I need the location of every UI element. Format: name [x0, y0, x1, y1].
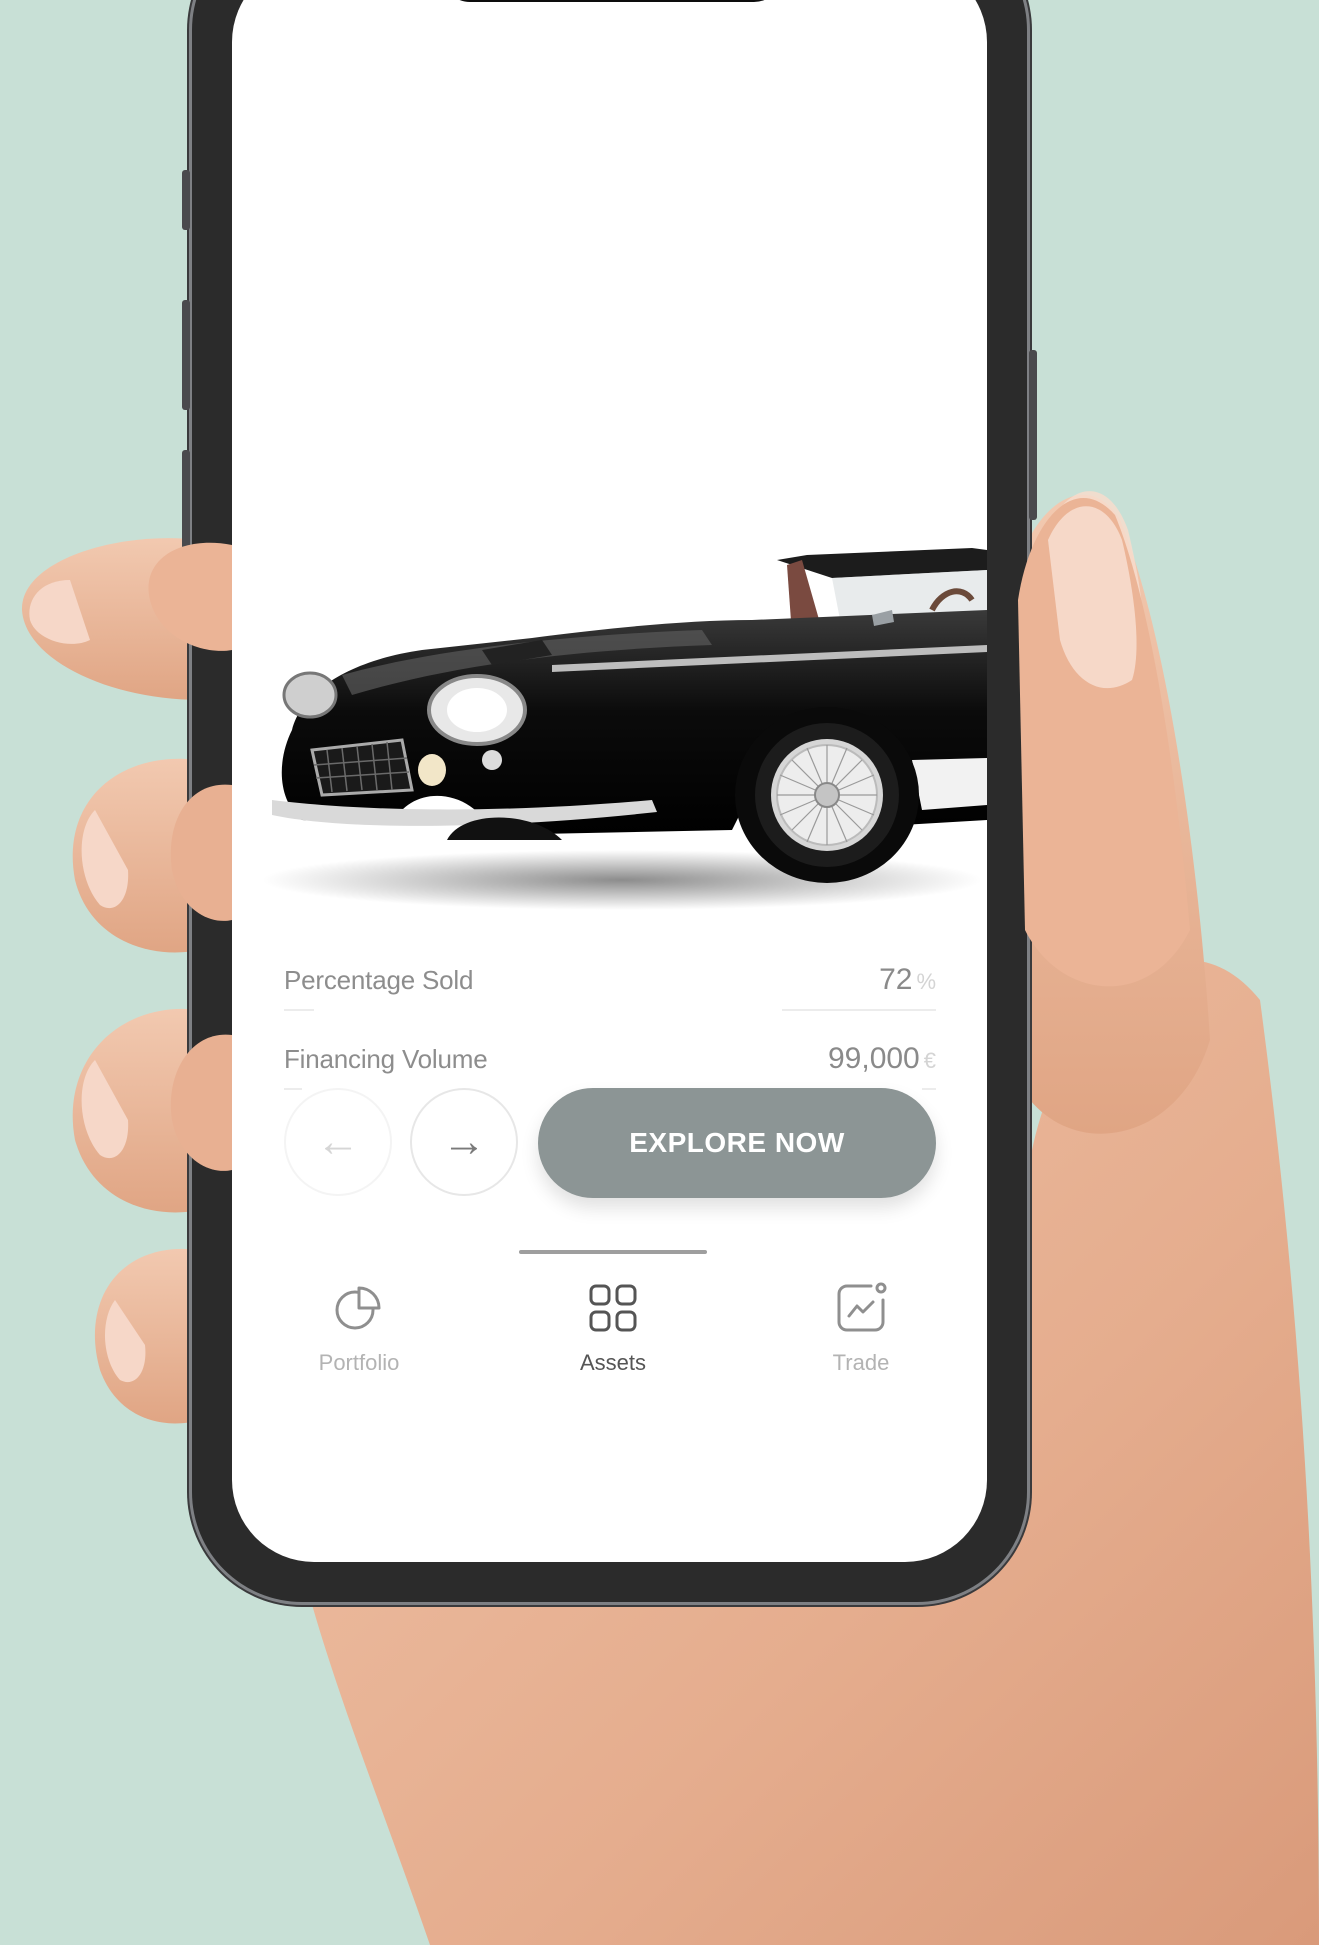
stat-value: 99,000: [827, 1042, 920, 1075]
divider: [782, 1009, 936, 1011]
arrow-right-icon: →: [442, 1117, 486, 1166]
previous-button[interactable]: ←: [284, 1088, 392, 1196]
car-image[interactable]: [232, 460, 987, 920]
stat-value-group: 99,000 €: [828, 1042, 936, 1076]
divider: [284, 1088, 302, 1090]
tab-label: Trade: [832, 1350, 890, 1375]
stat-unit: %: [916, 969, 936, 994]
app-screen: Percentage Sold 72% Financing Volume 99,…: [232, 0, 987, 1562]
tab-label: Portfolio: [318, 1350, 400, 1375]
pie-chart-icon: [335, 1286, 381, 1330]
stat-label: Percentage Sold: [284, 964, 474, 995]
divider: [922, 1088, 936, 1090]
scroll-indicator: [519, 1250, 707, 1254]
volume-down-button: [182, 450, 190, 560]
stat-value: 72: [879, 963, 913, 996]
next-button[interactable]: →: [410, 1088, 518, 1196]
tab-label: Assets: [579, 1350, 647, 1375]
trend-chart-icon: [837, 1282, 887, 1332]
power-button: [1029, 350, 1037, 520]
volume-up-button: [182, 300, 190, 410]
tab-assets[interactable]: Assets: [538, 1280, 688, 1376]
phone-frame: Percentage Sold 72% Financing Volume 99,…: [182, 0, 1037, 1602]
stat-label: Financing Volume: [284, 1043, 488, 1074]
camera-notch: [442, 0, 782, 2]
explore-now-button[interactable]: EXPLORE NOW: [538, 1088, 936, 1198]
grid-icon: [589, 1284, 637, 1332]
tab-portfolio[interactable]: Portfolio: [284, 1280, 434, 1376]
stat-value-group: 72%: [879, 963, 936, 997]
stat-unit: €: [923, 1048, 936, 1073]
stat-percentage-sold: Percentage Sold 72%: [284, 960, 936, 1000]
arrow-left-icon: ←: [316, 1117, 360, 1166]
tab-trade[interactable]: Trade: [786, 1280, 936, 1376]
side-button: [182, 170, 190, 230]
explore-now-label: EXPLORE NOW: [629, 1127, 845, 1158]
divider: [284, 1009, 314, 1011]
stat-financing-volume: Financing Volume 99,000 €: [284, 1039, 936, 1079]
scene: Percentage Sold 72% Financing Volume 99,…: [0, 0, 1319, 1945]
